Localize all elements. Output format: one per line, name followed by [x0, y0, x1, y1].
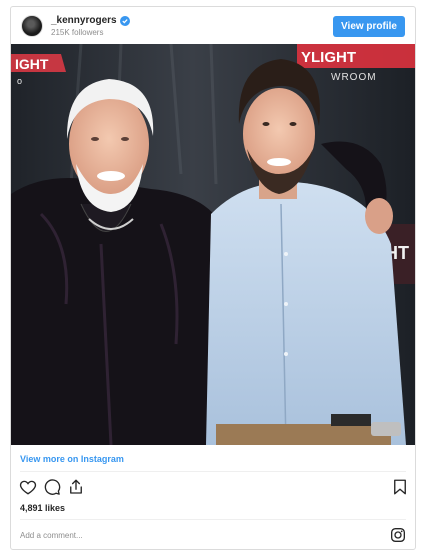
comment-input[interactable] — [20, 530, 390, 540]
sign-left-small-text: o — [17, 76, 22, 86]
view-more-on-instagram-link[interactable]: View more on Instagram — [20, 454, 124, 464]
post-header: _kennyrogers 215K followers View profile — [11, 7, 415, 45]
likes-count[interactable]: 4,891 likes — [20, 503, 65, 513]
username[interactable]: _kennyrogers — [51, 15, 117, 26]
username-row: _kennyrogers — [51, 15, 130, 26]
sign-right-small-text: WROOM — [331, 72, 377, 83]
comment-row — [20, 523, 406, 547]
comment-icon[interactable] — [42, 477, 62, 497]
avatar[interactable] — [21, 15, 43, 37]
instagram-embed-card: _kennyrogers 215K followers View profile — [10, 6, 416, 550]
user-block: _kennyrogers 215K followers — [51, 15, 130, 37]
action-bar — [18, 476, 410, 498]
divider — [20, 471, 406, 472]
sign-right-text: YLIGHT — [301, 49, 356, 66]
heart-icon[interactable] — [18, 477, 38, 497]
follower-count: 215K followers — [51, 27, 104, 37]
sign-left-text: IGHT — [15, 56, 49, 72]
divider — [20, 519, 406, 520]
verified-badge-icon — [119, 15, 130, 26]
share-icon[interactable] — [66, 477, 86, 497]
bookmark-icon[interactable] — [390, 477, 410, 497]
view-profile-button[interactable]: View profile — [333, 15, 405, 37]
instagram-icon[interactable] — [390, 527, 406, 543]
post-photo[interactable]: IGHT o YLIGHT WROOM IGHT — [11, 44, 415, 445]
